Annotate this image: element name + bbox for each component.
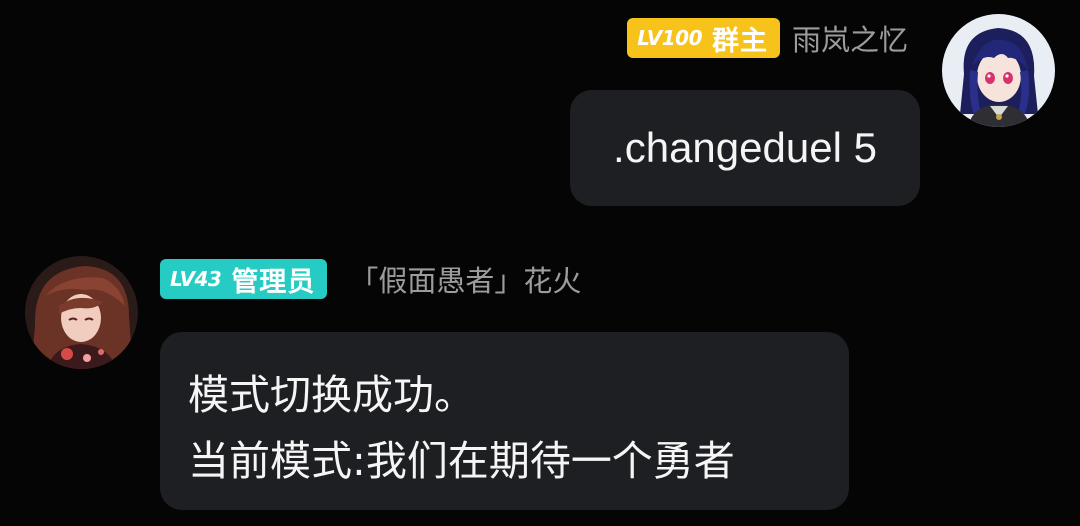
user-avatar-blue-hair-icon[interactable] (942, 14, 1055, 127)
bot-avatar-red-hair-icon[interactable] (25, 256, 138, 369)
sender-name[interactable]: 雨岚之忆 (792, 17, 908, 59)
message-bubble-other[interactable]: 模式切换成功。 当前模式:我们在期待一个勇者 (160, 332, 849, 510)
sender-row-other: LV43 管理员 「假面愚者」花火 (160, 259, 581, 299)
level-label: LV43 (170, 267, 222, 291)
level-label: LV100 (637, 26, 702, 50)
group-owner-badge: LV100 群主 (627, 18, 780, 58)
role-label: 群主 (711, 25, 768, 57)
sender-row-self: LV100 群主 雨岚之忆 (627, 18, 908, 58)
message-text: .changeduel 5 (613, 124, 877, 171)
message-text-line: 模式切换成功。 (188, 371, 475, 419)
sender-name[interactable]: 「假面愚者」花火 (349, 258, 581, 300)
message-text-line: 当前模式:我们在期待一个勇者 (188, 437, 735, 485)
message-bubble-self[interactable]: .changeduel 5 (570, 90, 920, 206)
role-label: 管理员 (231, 266, 316, 298)
admin-badge: LV43 管理员 (160, 259, 328, 299)
